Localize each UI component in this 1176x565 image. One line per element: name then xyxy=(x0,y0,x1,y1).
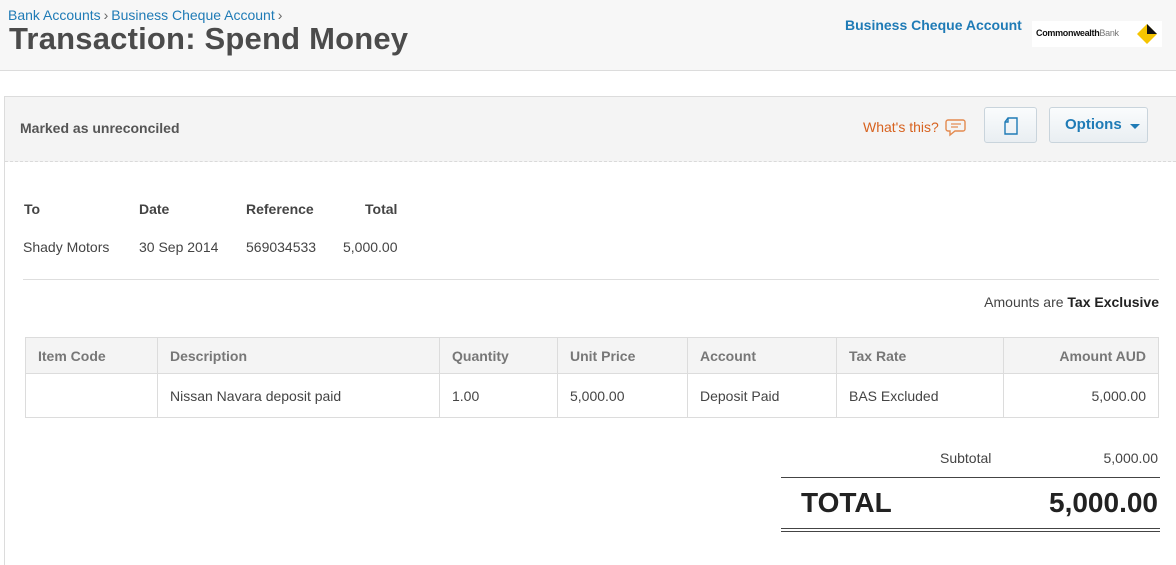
attach-files-button[interactable] xyxy=(984,107,1037,143)
total-value: 5,000.00 xyxy=(343,239,398,255)
account-name-link[interactable]: Business Cheque Account xyxy=(845,17,1022,33)
bank-logo: CommonwealthBank xyxy=(1032,21,1162,47)
column-header-unit-price: Unit Price xyxy=(557,337,688,374)
total-header: Total xyxy=(365,201,398,217)
table-header-row: Item Code Description Quantity Unit Pric… xyxy=(25,337,1159,374)
column-header-tax-rate: Tax Rate xyxy=(836,337,1004,374)
cell-tax-rate: BAS Excluded xyxy=(836,373,1004,418)
total-double-underline xyxy=(781,528,1160,532)
cell-item-code xyxy=(25,373,158,418)
grand-total-label: TOTAL xyxy=(801,487,892,518)
table-row: Nissan Navara deposit paid 1.00 5,000.00… xyxy=(25,373,1159,418)
column-header-amount: Amount AUD xyxy=(1003,337,1159,374)
contact-link[interactable]: Shady Motors xyxy=(23,239,109,255)
transaction-panel: Marked as unreconciled What's this? Opti… xyxy=(4,96,1176,565)
subtotal-label: Subtotal xyxy=(940,450,992,466)
subtotal-value: 5,000.00 xyxy=(1103,450,1159,466)
speech-bubble-icon[interactable] xyxy=(945,117,967,137)
status-bar: Marked as unreconciled What's this? Opti… xyxy=(5,97,1176,162)
document-icon xyxy=(1004,117,1018,135)
to-header: To xyxy=(24,201,41,217)
tax-mode-note: Amounts are Tax Exclusive xyxy=(984,294,1159,310)
whats-this-link[interactable]: What's this? xyxy=(863,119,939,135)
total-divider xyxy=(781,477,1160,478)
date-header: Date xyxy=(139,201,170,217)
page-header: Bank Accounts › Business Cheque Account › T… xyxy=(0,0,1176,71)
cell-unit-price: 5,000.00 xyxy=(557,373,688,418)
cell-amount: 5,000.00 xyxy=(1003,373,1159,418)
column-header-quantity: Quantity xyxy=(439,337,558,374)
reference-value: 569034533 xyxy=(246,239,317,255)
bank-logo-text: CommonwealthBank xyxy=(1036,28,1119,38)
column-header-description: Description xyxy=(157,337,440,374)
divider xyxy=(23,279,1159,280)
reconcile-status: Marked as unreconciled xyxy=(20,120,180,136)
caret-down-icon xyxy=(1130,124,1140,129)
diamond-icon xyxy=(1137,24,1157,44)
options-button[interactable]: Options xyxy=(1049,107,1148,143)
tax-mode: Tax Exclusive xyxy=(1067,294,1159,310)
column-header-item-code: Item Code xyxy=(25,337,158,374)
options-label: Options xyxy=(1065,116,1122,133)
grand-total-value: 5,000.00 xyxy=(1049,487,1158,518)
cell-description: Nissan Navara deposit paid xyxy=(157,373,440,418)
date-value: 30 Sep 2014 xyxy=(139,239,219,255)
page-title: Transaction: Spend Money xyxy=(9,21,409,56)
cell-account: Deposit Paid xyxy=(687,373,837,418)
line-items-table: Item Code Description Quantity Unit Pric… xyxy=(25,337,1159,418)
cell-quantity: 1.00 xyxy=(439,373,558,418)
reference-header: Reference xyxy=(246,201,314,217)
column-header-account: Account xyxy=(687,337,837,374)
